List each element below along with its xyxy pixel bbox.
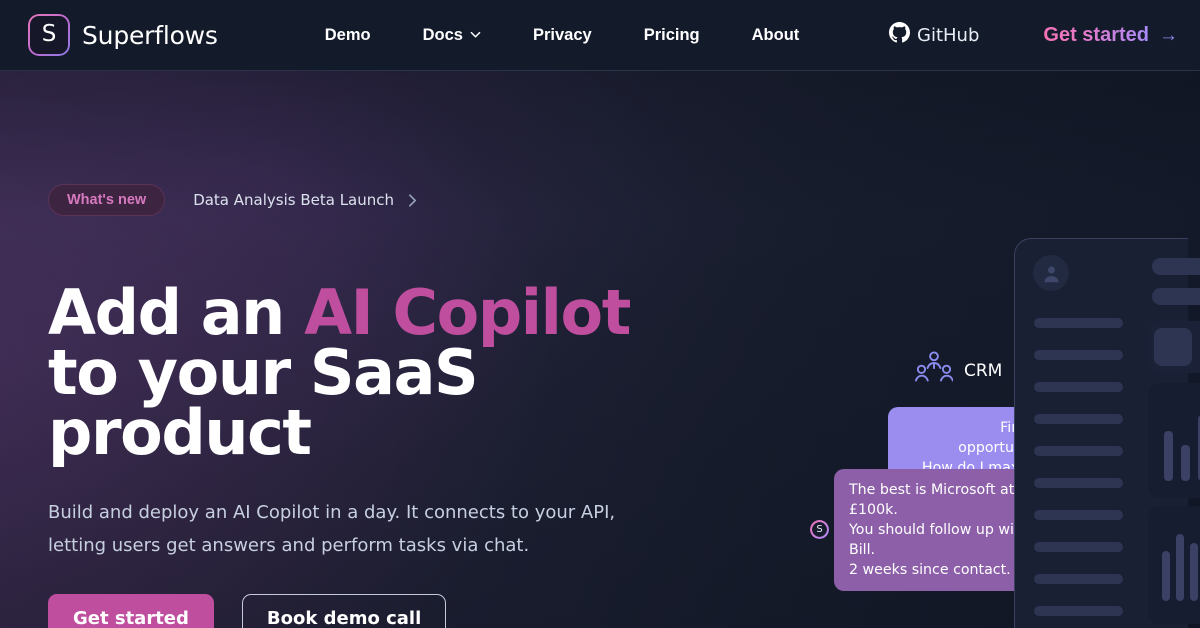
superflows-logo-icon: S bbox=[28, 14, 70, 56]
chat-line: You should follow up with Bill. bbox=[849, 522, 1029, 558]
chart-bar bbox=[1162, 551, 1170, 601]
github-label: GitHub bbox=[917, 24, 980, 46]
skeleton-line bbox=[1034, 350, 1123, 360]
skeleton-line bbox=[1034, 414, 1123, 424]
skeleton-line bbox=[1034, 542, 1123, 552]
skeleton-bar bbox=[1152, 288, 1200, 305]
nav-item-label: Pricing bbox=[643, 25, 700, 44]
get-started-nav-button[interactable]: Get started → bbox=[1043, 24, 1178, 47]
skeleton-line bbox=[1034, 382, 1123, 392]
nav-item-label: Privacy bbox=[532, 25, 592, 44]
arrow-right-icon: → bbox=[1159, 24, 1178, 46]
chat-line: The best is Microsoft at £100k. bbox=[849, 482, 1015, 518]
nav-item-label: About bbox=[751, 25, 800, 44]
nav-item-label: Demo bbox=[324, 25, 371, 44]
chart-bar bbox=[1190, 543, 1198, 601]
skeleton-line bbox=[1034, 574, 1123, 584]
nav-right-group: GitHub Get started → bbox=[889, 22, 1178, 48]
mockup-card bbox=[1148, 321, 1200, 373]
github-icon bbox=[889, 22, 911, 48]
skeleton-line bbox=[1034, 446, 1123, 456]
skeleton-line bbox=[1034, 318, 1123, 328]
get-started-label: Get started bbox=[1043, 23, 1149, 46]
crm-label-text: CRM bbox=[964, 360, 1003, 381]
chat-line: 2 weeks since contact. bbox=[849, 562, 1011, 578]
mockup-chart-card bbox=[1148, 383, 1200, 498]
nav-links: Demo Docs Privacy Pricing About bbox=[325, 26, 800, 45]
nav-item-docs[interactable]: Docs bbox=[423, 26, 481, 45]
chart-bar bbox=[1176, 534, 1184, 601]
landing-page: S Superflows Demo Docs Privacy Pricing A… bbox=[0, 0, 1200, 628]
brand-name: Superflows bbox=[82, 20, 218, 50]
skeleton-tile bbox=[1154, 328, 1192, 366]
nav-item-privacy[interactable]: Privacy bbox=[533, 26, 592, 45]
mockup-dashboard-panel bbox=[1146, 238, 1200, 628]
page-title: Add an AI Copilot to your SaaS product bbox=[48, 282, 688, 464]
hero-button-row: Get started Book demo call bbox=[48, 594, 728, 628]
user-avatar-icon bbox=[1033, 255, 1069, 291]
nav-item-pricing[interactable]: Pricing bbox=[644, 26, 700, 45]
hero-subheading: Build and deploy an AI Copilot in a day.… bbox=[48, 502, 616, 556]
chart-bar bbox=[1181, 445, 1190, 481]
hero-section: What's new Data Analysis Beta Launch Add… bbox=[48, 71, 728, 628]
nav-item-demo[interactable]: Demo bbox=[325, 26, 371, 45]
logo-letter: S bbox=[41, 20, 57, 47]
skeleton-line bbox=[1034, 510, 1123, 520]
brand-logo[interactable]: S Superflows bbox=[28, 14, 218, 56]
assistant-avatar-letter: S bbox=[816, 523, 823, 535]
chart-bar bbox=[1164, 431, 1173, 481]
users-group-icon bbox=[914, 349, 954, 392]
nav-item-about[interactable]: About bbox=[752, 26, 800, 45]
chevron-down-icon bbox=[470, 29, 481, 40]
skeleton-line bbox=[1034, 606, 1123, 616]
skeleton-bar bbox=[1152, 258, 1200, 275]
headline-part-2: to your SaaS product bbox=[48, 336, 479, 469]
get-started-button[interactable]: Get started bbox=[48, 594, 214, 628]
mockup-chart-card bbox=[1148, 506, 1200, 624]
announcement-link[interactable]: Data Analysis Beta Launch bbox=[193, 191, 394, 209]
chevron-right-icon[interactable] bbox=[405, 193, 420, 208]
assistant-avatar: S bbox=[810, 520, 829, 539]
announcement-banner[interactable]: What's new Data Analysis Beta Launch bbox=[48, 184, 728, 216]
crm-integration-label: CRM bbox=[914, 349, 1003, 392]
github-link[interactable]: GitHub bbox=[889, 22, 979, 48]
top-navigation-bar: S Superflows Demo Docs Privacy Pricing A… bbox=[0, 0, 1200, 71]
whats-new-badge[interactable]: What's new bbox=[48, 184, 166, 216]
nav-item-label: Docs bbox=[422, 25, 463, 44]
book-demo-call-button[interactable]: Book demo call bbox=[241, 594, 447, 628]
skeleton-line bbox=[1034, 478, 1123, 488]
